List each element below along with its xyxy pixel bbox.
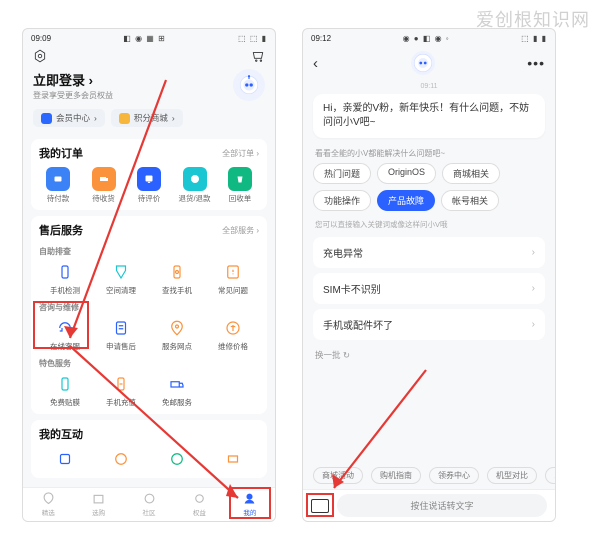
chevron-icon: › — [172, 113, 175, 123]
orders-title: 我的订单 — [39, 145, 83, 161]
input-hint: 您可以直接输入关键词或像这样问小V哦 — [303, 213, 555, 232]
tab-coupon[interactable]: 领券中心 — [429, 467, 479, 484]
status-time: 09:09 — [31, 34, 51, 43]
screenshot-left: 09:09 ◧ ◉ ▦ ⊞ ⬚ ⬚ ▮ 立即登录 › 登录享受更多会员权益 会员… — [22, 28, 276, 522]
chat-input-bar: 按住说话转文字 — [303, 489, 555, 521]
avatar-robot[interactable] — [233, 69, 265, 101]
diamond-icon — [41, 113, 52, 124]
login-subtitle: 登录享受更多会员权益 — [33, 90, 113, 101]
more-icon[interactable]: ••• — [527, 55, 545, 71]
member-center-pill[interactable]: 会员中心 › — [33, 109, 105, 127]
back-icon[interactable]: ‹ — [313, 55, 318, 72]
status-bar: 09:09 ◧ ◉ ▦ ⊞ ⬚ ⬚ ▮ — [23, 29, 275, 47]
space-clean[interactable]: 空间清理 — [93, 261, 149, 296]
keyboard-icon[interactable] — [311, 499, 329, 513]
status-icons-left: ◧ ◉ ▦ ⊞ — [123, 34, 165, 43]
selfcheck-title: 自助排查 — [37, 242, 261, 259]
chip-hot[interactable]: 热门问题 — [313, 163, 371, 184]
nav-featured[interactable]: 精选 — [23, 488, 73, 521]
faq-broken[interactable]: 手机或配件坏了› — [313, 309, 545, 340]
online-service[interactable]: 在线客服 — [37, 317, 93, 352]
orders-card: 我的订单 全部订单 › 待付款 待收货 待评价 退货/退款 回收单 — [31, 139, 267, 210]
chevron-icon: › — [94, 113, 97, 123]
chevron-icon: › — [532, 283, 535, 294]
chip-mall[interactable]: 商城相关 — [442, 163, 500, 184]
chip-account[interactable]: 帐号相关 — [441, 190, 499, 211]
status-icons-right: ⬚ ⬚ ▮ — [238, 34, 267, 43]
interact-item[interactable] — [149, 448, 205, 472]
avatar-robot[interactable] — [411, 51, 435, 75]
settings-icon[interactable] — [33, 49, 47, 63]
interact-item[interactable] — [205, 448, 261, 472]
status-icons-left: ◉ ● ◧ ◉ ◦ — [403, 34, 450, 43]
suggestion-title: 看看全能的小V都能解决什么问题吧~ — [303, 142, 555, 161]
order-pending-receive[interactable]: 待收货 — [83, 167, 125, 204]
aftersale-more[interactable]: 全部服务 › — [222, 225, 259, 236]
cart-icon[interactable] — [251, 49, 265, 63]
faq-charging[interactable]: 充电异常› — [313, 237, 545, 268]
tab-mall-activity[interactable]: 商城活动 — [313, 467, 363, 484]
tab-more[interactable]: 以 — [545, 467, 555, 484]
free-film[interactable]: 免费贴膜 — [37, 373, 93, 408]
free-shipping[interactable]: 免邮服务 — [149, 373, 205, 408]
phone-topup[interactable]: 手机充值 — [93, 373, 149, 408]
bottom-quick-tabs: 商城活动 购机指南 领券中心 机型对比 以 — [303, 463, 555, 487]
interact-card: 我的互动 — [31, 420, 267, 478]
phone-check[interactable]: 手机检测 — [37, 261, 93, 296]
screenshot-right: 09:12 ◉ ● ◧ ◉ ◦ ⬚ ▮ ▮ ‹ ••• 09:11 Hi，亲爱的… — [302, 28, 556, 522]
chip-function[interactable]: 功能操作 — [313, 190, 371, 211]
chip-fault[interactable]: 产品故障 — [377, 190, 435, 211]
chevron-icon: › — [532, 247, 535, 258]
interact-item[interactable] — [93, 448, 149, 472]
faq-sim[interactable]: SIM卡不识别› — [313, 273, 545, 304]
status-time: 09:12 — [311, 34, 331, 43]
apply-aftersale[interactable]: 申请售后 — [93, 317, 149, 352]
bottom-nav: 精选 选购 社区 权益 我的 — [23, 487, 275, 521]
consult-title: 咨询与维修 — [37, 298, 261, 315]
order-recycle[interactable]: 回收单 — [219, 167, 261, 204]
coin-icon — [119, 113, 130, 124]
nav-benefits[interactable]: 权益 — [174, 488, 224, 521]
service-point[interactable]: 服务网点 — [149, 317, 205, 352]
status-icons-right: ⬚ ▮ ▮ — [521, 34, 547, 43]
greeting-bubble: Hi，亲爱的V粉，新年快乐！有什么问题，不妨问问小V吧~ — [313, 94, 545, 138]
topic-chips: 热门问题 OriginOS 商城相关 功能操作 产品故障 帐号相关 — [303, 161, 555, 213]
timestamp: 09:11 — [303, 83, 555, 90]
chevron-icon: › — [532, 319, 535, 330]
tab-buy-guide[interactable]: 购机指南 — [371, 467, 421, 484]
points-label: 积分商城 — [134, 112, 168, 124]
orders-more[interactable]: 全部订单 › — [222, 148, 259, 159]
tab-compare[interactable]: 机型对比 — [487, 467, 537, 484]
login-section[interactable]: 立即登录 › 登录享受更多会员权益 — [23, 67, 275, 103]
order-pending-review[interactable]: 待评价 — [128, 167, 170, 204]
interact-title: 我的互动 — [39, 426, 83, 442]
points-mall-pill[interactable]: 积分商城 › — [111, 109, 183, 127]
member-label: 会员中心 — [56, 112, 90, 124]
promo-pills: 会员中心 › 积分商城 › — [23, 103, 275, 133]
aftersale-card: 售后服务 全部服务 › 自助排查 手机检测 空间清理 查找手机 常见问题 咨询与… — [31, 216, 267, 414]
chip-originos[interactable]: OriginOS — [377, 163, 436, 184]
nav-mine[interactable]: 我的 — [225, 488, 275, 521]
aftersale-title: 售后服务 — [39, 222, 83, 238]
interact-item[interactable] — [37, 448, 93, 472]
order-refund[interactable]: 退货/退款 — [174, 167, 216, 204]
swap-batch[interactable]: 换一批 ↻ — [303, 345, 555, 365]
topbar — [23, 47, 275, 67]
order-pending-pay[interactable]: 待付款 — [37, 167, 79, 204]
chat-header: ‹ ••• — [303, 47, 555, 79]
faq[interactable]: 常见问题 — [205, 261, 261, 296]
status-bar: 09:12 ◉ ● ◧ ◉ ◦ ⬚ ▮ ▮ — [303, 29, 555, 47]
nav-community[interactable]: 社区 — [124, 488, 174, 521]
login-title: 立即登录 › — [33, 70, 113, 89]
voice-input[interactable]: 按住说话转文字 — [337, 494, 547, 517]
special-title: 特色服务 — [37, 354, 261, 371]
repair-price[interactable]: 维修价格 — [205, 317, 261, 352]
nav-shop[interactable]: 选购 — [73, 488, 123, 521]
find-phone[interactable]: 查找手机 — [149, 261, 205, 296]
